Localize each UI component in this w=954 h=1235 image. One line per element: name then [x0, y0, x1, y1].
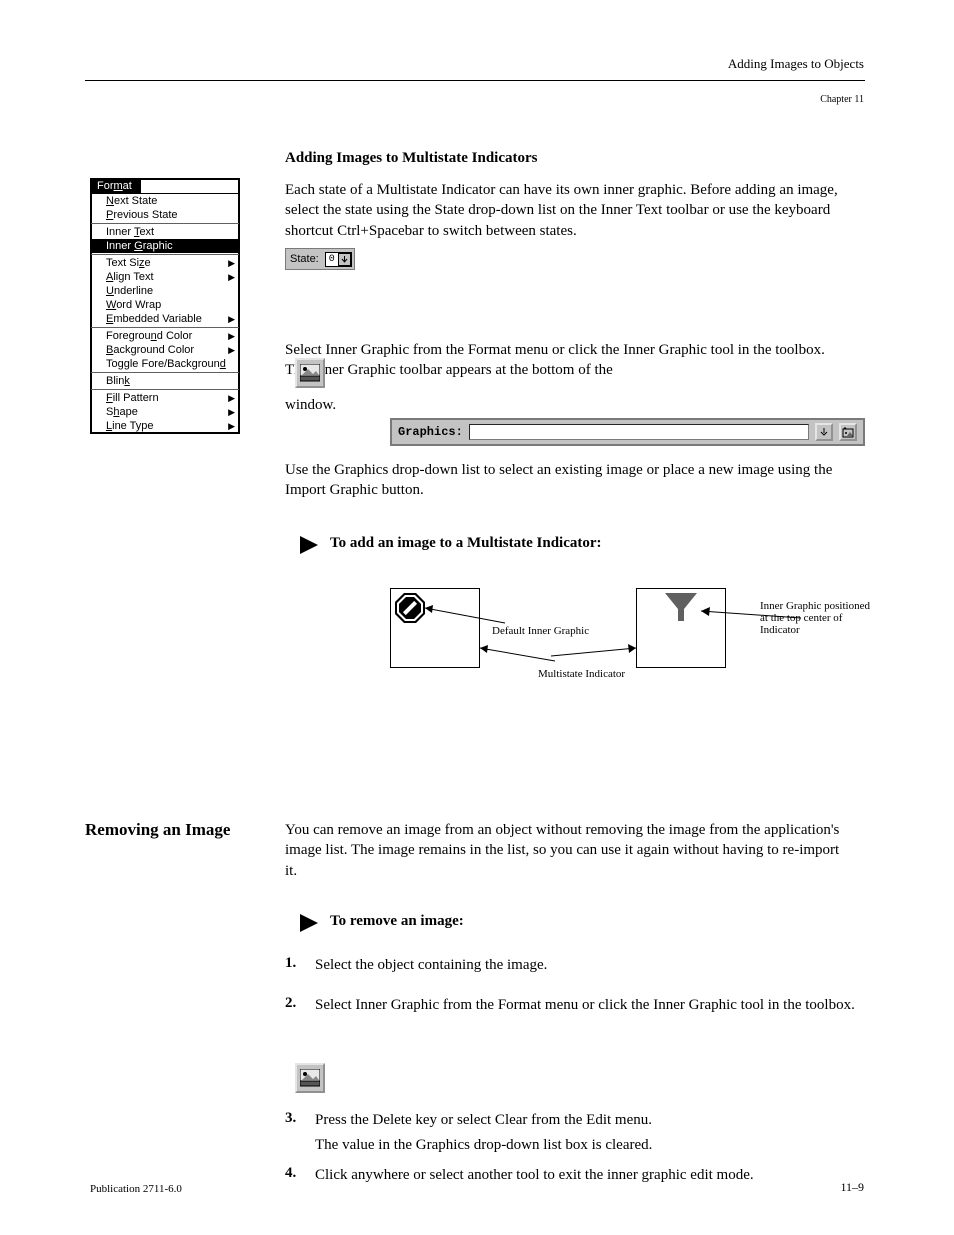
menu-item-align-text[interactable]: Align Text▶ — [91, 270, 239, 284]
graphics-label: Graphics: — [398, 425, 463, 439]
running-head: Adding Images to Objects — [728, 56, 864, 72]
menu-item-blink[interactable]: Blink — [91, 374, 239, 388]
step-3-text: Press the Delete key or select Clear fro… — [315, 1110, 860, 1130]
graphics-toolbar: Graphics: — [390, 418, 865, 446]
menu-item-fill-pattern[interactable]: Fill Pattern▶ — [91, 391, 239, 405]
step-num-3: 3. — [285, 1110, 296, 1127]
menu-item-toggle-fg-bg[interactable]: Toggle Fore/Background — [91, 357, 239, 371]
callout-inner-graphic-positioned: Inner Graphic positionedat the top cente… — [760, 600, 875, 636]
menu-item-embedded-variable[interactable]: Embedded Variable▶ — [91, 312, 239, 326]
menu-item-inner-text[interactable]: Inner Text — [91, 225, 239, 239]
menu-item-inner-graphic[interactable]: Inner Graphic — [91, 239, 239, 253]
menu-item-word-wrap[interactable]: Word Wrap — [91, 298, 239, 312]
step-3-extra: The value in the Graphics drop-down list… — [315, 1135, 860, 1155]
inner-graphic-tool-icon-2[interactable] — [295, 1063, 325, 1093]
step-num-2: 2. — [285, 995, 296, 1012]
menu-title-text: Format — [97, 180, 132, 192]
removing-heading: Removing an Image — [85, 820, 230, 840]
menu-item-next-state[interactable]: Next State — [91, 194, 239, 208]
procedure-1-heading: To add an image to a Multistate Indicato… — [330, 535, 602, 552]
paragraph-proc-note: Use the Graphics drop-down list to selec… — [285, 460, 845, 501]
picture-icon — [300, 1069, 320, 1087]
triangle-icon — [300, 536, 320, 559]
state-dropdown-panel: State: 0 — [285, 248, 355, 270]
callout-multistate-indicator: Multistate Indicator — [538, 668, 633, 680]
example-right-container — [636, 588, 726, 668]
step-2-text: Select Inner Graphic from the Format men… — [315, 995, 860, 1015]
example-left-container — [390, 588, 480, 668]
picture-icon — [300, 364, 320, 382]
menu-title[interactable]: Format — [91, 179, 141, 193]
import-icon — [842, 426, 854, 438]
header-rule — [85, 80, 865, 81]
graphics-dropdown-input[interactable] — [469, 424, 809, 440]
procedure-2-heading: To remove an image: — [330, 913, 464, 930]
graphics-dropdown-button[interactable] — [815, 423, 833, 441]
footer-left: Publication 2711-6.0 — [90, 1183, 182, 1195]
step-num-1: 1. — [285, 955, 296, 972]
removing-paragraph: You can remove an image from an object w… — [285, 820, 845, 881]
chapter-label: Chapter 11 — [820, 94, 864, 105]
menu-item-background-color[interactable]: Background Color▶ — [91, 343, 239, 357]
state-field: 0 — [325, 252, 352, 267]
paragraph-2b: window. — [285, 395, 845, 415]
step-num-4: 4. — [285, 1165, 296, 1182]
menu-item-text-size[interactable]: Text Size▶ — [91, 256, 239, 270]
format-menu: Format Next State Previous State Inner T… — [90, 178, 240, 434]
menu-item-line-type[interactable]: Line Type▶ — [91, 419, 239, 433]
import-graphic-button[interactable] — [839, 423, 857, 441]
triangle-icon-2 — [300, 914, 320, 937]
step-4-text: Click anywhere or select another tool to… — [315, 1165, 860, 1185]
state-label: State: — [290, 253, 319, 265]
menu-item-previous-state[interactable]: Previous State — [91, 208, 239, 222]
footer-right: 11–9 — [840, 1180, 864, 1195]
paragraph-2a: Select Inner Graphic from the Format men… — [285, 340, 845, 381]
menu-item-shape[interactable]: Shape▶ — [91, 405, 239, 419]
callout-default-inner-graphic: Default Inner Graphic — [492, 625, 589, 637]
state-value: 0 — [326, 254, 338, 265]
paragraph-1: Each state of a Multistate Indicator can… — [285, 180, 845, 241]
stop-sign-icon — [394, 592, 426, 624]
step-1-text: Select the object containing the image. — [315, 955, 860, 975]
inner-graphic-tool-icon[interactable] — [295, 358, 325, 388]
state-dropdown-button[interactable] — [338, 253, 351, 266]
menu-item-underline[interactable]: Underline — [91, 284, 239, 298]
menu-body: Next State Previous State Inner Text Inn… — [91, 193, 239, 433]
menu-item-foreground-color[interactable]: Foreground Color▶ — [91, 329, 239, 343]
section-title-1: Adding Images to Multistate Indicators — [285, 150, 538, 167]
